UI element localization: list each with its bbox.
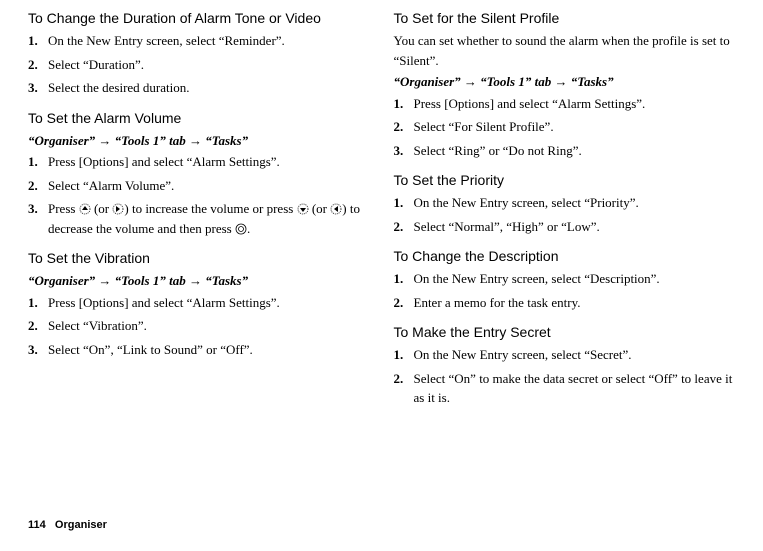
step-text: Press [Options] and select “Alarm Settin…	[48, 154, 280, 169]
section-title-silent: To Set for the Silent Profile	[394, 8, 736, 29]
step-text: Select “Alarm Volume”.	[48, 178, 174, 193]
step-text: On the New Entry screen, select “Priorit…	[414, 195, 639, 210]
section-title-duration: To Change the Duration of Alarm Tone or …	[28, 8, 370, 29]
step-text: Select “On”, “Link to Sound” or “Off”.	[48, 342, 253, 357]
section-title-secret: To Make the Entry Secret	[394, 322, 736, 343]
list-item: 2.Select “For Silent Profile”.	[394, 117, 736, 137]
left-key-icon	[330, 203, 342, 215]
section-title-priority: To Set the Priority	[394, 170, 736, 191]
list-item: 2.Select “Duration”.	[28, 55, 370, 75]
list-item: 1.On the New Entry screen, select “Remin…	[28, 31, 370, 51]
page-number: 114	[28, 519, 46, 531]
step-text: Press (or ) to increase the volume or pr…	[48, 201, 360, 236]
intro-silent: You can set whether to sound the alarm w…	[394, 31, 736, 70]
page-columns: To Change the Duration of Alarm Tone or …	[28, 8, 735, 507]
step-text: On the New Entry screen, select “Reminde…	[48, 33, 285, 48]
list-item: 2.Enter a memo for the task entry.	[394, 293, 736, 313]
up-key-icon	[79, 203, 91, 215]
breadcrumb-silent: “Organiser” → “Tools 1” tab → “Tasks”	[394, 72, 736, 92]
chapter-name: Organiser	[55, 519, 107, 531]
step-text: Select “For Silent Profile”.	[414, 119, 554, 134]
list-item: 1.On the New Entry screen, select “Secre…	[394, 345, 736, 365]
step-text: Enter a memo for the task entry.	[414, 295, 581, 310]
steps-duration: 1.On the New Entry screen, select “Remin…	[28, 31, 370, 98]
steps-vibration: 1.Press [Options] and select “Alarm Sett…	[28, 293, 370, 360]
list-item: 3. Press (or ) to increase the volume or…	[28, 199, 370, 238]
section-title-description: To Change the Description	[394, 246, 736, 267]
step-text: On the New Entry screen, select “Secret”…	[414, 347, 632, 362]
step-text: Select “Normal”, “High” or “Low”.	[414, 219, 600, 234]
steps-volume: 1.Press [Options] and select “Alarm Sett…	[28, 152, 370, 238]
step-text: On the New Entry screen, select “Descrip…	[414, 271, 660, 286]
right-column: To Set for the Silent Profile You can se…	[394, 8, 736, 507]
step-text: Select “Vibration”.	[48, 318, 147, 333]
list-item: 2.Select “Normal”, “High” or “Low”.	[394, 217, 736, 237]
breadcrumb-volume: “Organiser” → “Tools 1” tab → “Tasks”	[28, 131, 370, 151]
section-title-vibration: To Set the Vibration	[28, 248, 370, 269]
list-item: 1.Press [Options] and select “Alarm Sett…	[394, 94, 736, 114]
steps-secret: 1.On the New Entry screen, select “Secre…	[394, 345, 736, 408]
section-title-volume: To Set the Alarm Volume	[28, 108, 370, 129]
step-text: Select “Duration”.	[48, 57, 144, 72]
list-item: 2.Select “Alarm Volume”.	[28, 176, 370, 196]
left-column: To Change the Duration of Alarm Tone or …	[28, 8, 370, 507]
page-footer: 114 Organiser	[28, 507, 735, 534]
steps-silent: 1.Press [Options] and select “Alarm Sett…	[394, 94, 736, 161]
down-key-icon	[297, 203, 309, 215]
list-item: 3.Select the desired duration.	[28, 78, 370, 98]
breadcrumb-vibration: “Organiser” → “Tools 1” tab → “Tasks”	[28, 271, 370, 291]
step-text: Press [Options] and select “Alarm Settin…	[48, 295, 280, 310]
list-item: 2.Select “On” to make the data secret or…	[394, 369, 736, 408]
step-text: Select “On” to make the data secret or s…	[414, 371, 733, 406]
list-item: 3.Select “Ring” or “Do not Ring”.	[394, 141, 736, 161]
step-text: Select the desired duration.	[48, 80, 190, 95]
step-text: Select “Ring” or “Do not Ring”.	[414, 143, 582, 158]
right-key-icon	[112, 203, 124, 215]
list-item: 1.Press [Options] and select “Alarm Sett…	[28, 293, 370, 313]
list-item: 1.On the New Entry screen, select “Prior…	[394, 193, 736, 213]
center-key-icon	[235, 223, 247, 235]
steps-priority: 1.On the New Entry screen, select “Prior…	[394, 193, 736, 236]
list-item: 2.Select “Vibration”.	[28, 316, 370, 336]
step-text: Press [Options] and select “Alarm Settin…	[414, 96, 646, 111]
list-item: 1.Press [Options] and select “Alarm Sett…	[28, 152, 370, 172]
steps-description: 1.On the New Entry screen, select “Descr…	[394, 269, 736, 312]
list-item: 3.Select “On”, “Link to Sound” or “Off”.	[28, 340, 370, 360]
list-item: 1.On the New Entry screen, select “Descr…	[394, 269, 736, 289]
